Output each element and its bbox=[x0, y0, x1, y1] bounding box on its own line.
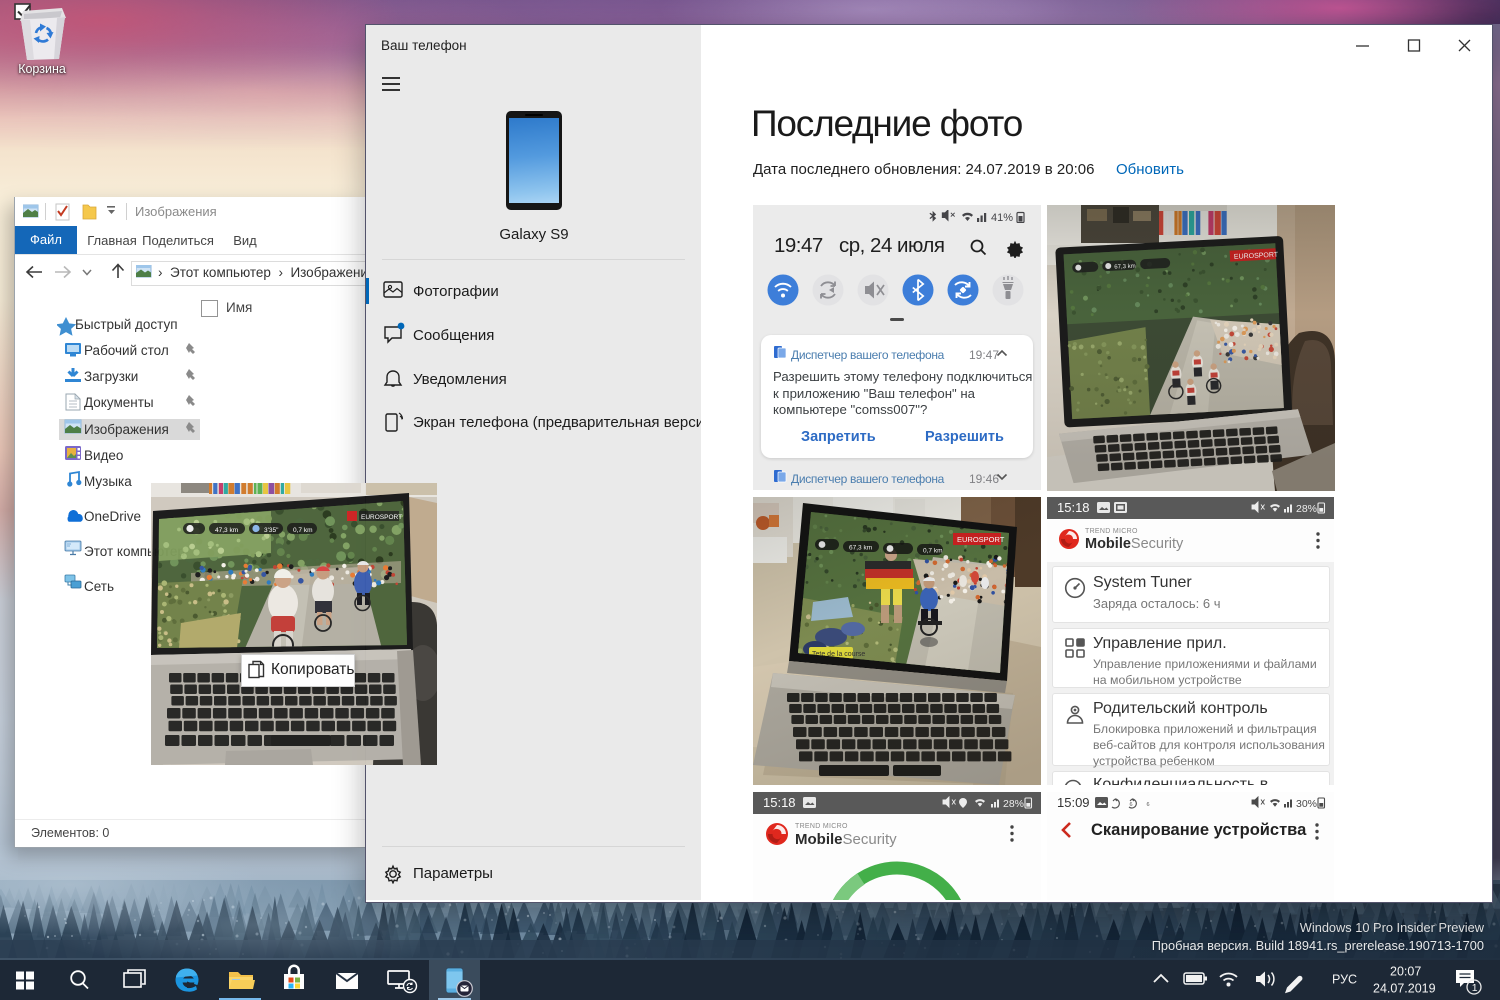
svg-text:0,7 km: 0,7 km bbox=[293, 527, 313, 534]
svg-text:24.07.2019: 24.07.2019 bbox=[1373, 982, 1436, 996]
svg-text:EUROSPORT: EUROSPORT bbox=[361, 514, 402, 521]
svg-text:1: 1 bbox=[1472, 982, 1478, 994]
svg-text:РУС: РУС bbox=[1332, 973, 1357, 987]
svg-text:41%: 41% bbox=[991, 212, 1013, 223]
svg-text:28%: 28% bbox=[1296, 503, 1317, 515]
svg-text:20:07: 20:07 bbox=[1390, 965, 1421, 979]
svg-text:6: 6 bbox=[1147, 802, 1150, 808]
svg-text:3'35": 3'35" bbox=[264, 527, 279, 534]
svg-text:6: 6 bbox=[1130, 802, 1133, 808]
svg-text:47,3 km: 47,3 km bbox=[215, 527, 238, 534]
svg-text:28%: 28% bbox=[1003, 798, 1024, 810]
svg-text:30%: 30% bbox=[1296, 798, 1317, 810]
